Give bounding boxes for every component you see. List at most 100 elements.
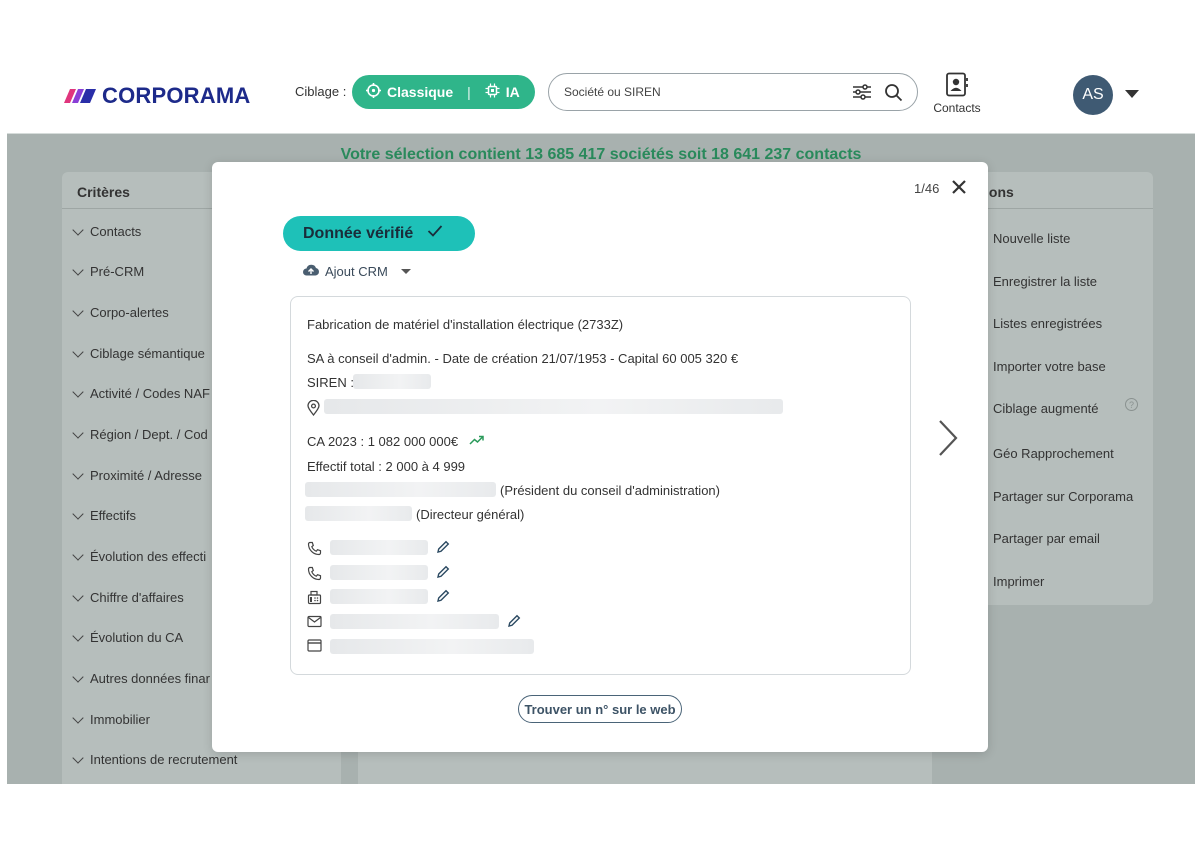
phone-icon (307, 566, 322, 586)
search-input[interactable] (564, 85, 844, 99)
edit-pencil-icon[interactable] (436, 540, 450, 559)
criteria-item[interactable]: Évolution des effecti (72, 548, 207, 564)
criteria-item-label: Chiffre d'affaires (90, 590, 184, 605)
website-redacted (330, 639, 534, 654)
criteria-item-label: Intentions de recrutement (90, 752, 238, 767)
criteria-item-label: Ciblage sémantique (90, 346, 205, 361)
verified-label: Donnée vérifié (303, 224, 414, 242)
criteria-item[interactable]: Immobilier (72, 711, 150, 727)
next-arrow-icon[interactable] (936, 418, 960, 463)
action-item[interactable]: Listes enregistrées (993, 316, 1102, 331)
mode-separator: | (467, 84, 471, 100)
action-item[interactable]: Ciblage augmenté (993, 401, 1099, 416)
criteria-item[interactable]: Proximité / Adresse (72, 467, 202, 483)
criteria-item[interactable]: Activité / Codes NAF (72, 385, 210, 401)
fax-redacted (330, 589, 428, 604)
edit-pencil-icon[interactable] (436, 565, 450, 584)
chevron-down-icon (72, 345, 84, 358)
crm-label: Ajout CRM (325, 264, 388, 279)
director-name-redacted (305, 506, 412, 521)
criteria-item[interactable]: Corpo-alertes (72, 304, 169, 320)
criteria-item[interactable]: Contacts (72, 223, 142, 239)
search-bar (548, 73, 918, 111)
chevron-down-icon (72, 507, 84, 520)
chevron-down-icon (72, 751, 84, 764)
chevron-down-icon (72, 467, 84, 480)
chevron-down-icon (72, 589, 84, 602)
criteria-item[interactable]: Pré-CRM (72, 263, 145, 279)
action-item[interactable]: Géo Rapprochement (993, 446, 1114, 461)
criteria-item-label: Évolution du CA (90, 630, 184, 645)
criteria-item-label: Activité / Codes NAF (90, 386, 210, 401)
phone-redacted (330, 565, 428, 580)
chevron-down-icon (72, 263, 84, 276)
contacts-label: Contacts (933, 101, 981, 115)
criteria-item-label: Région / Dept. / Cod (90, 427, 208, 442)
location-pin-icon (307, 399, 320, 421)
company-detail-modal: 1/46 Donnée vérifié Ajout CRM Fabricatio… (212, 162, 988, 752)
edit-pencil-icon[interactable] (436, 589, 450, 608)
filter-sliders-icon[interactable] (852, 83, 872, 107)
criteria-item-label: Immobilier (90, 712, 150, 727)
action-item[interactable]: Imprimer (993, 574, 1044, 589)
phone-redacted (330, 540, 428, 555)
fax-icon (307, 590, 322, 610)
ciblage-label: Ciblage : (295, 84, 347, 99)
address-redacted (324, 399, 783, 414)
checkmark-icon (427, 224, 443, 243)
chevron-down-icon (72, 548, 84, 561)
pager-counter: 1/46 (914, 181, 940, 196)
mode-ia-label: IA (505, 84, 520, 100)
mode-classique-button[interactable]: Classique (352, 75, 467, 109)
actions-title: ions (985, 184, 1014, 200)
chevron-down-icon (72, 385, 84, 398)
logo[interactable]: CORPORAMA (64, 83, 250, 109)
corporama-logo-icon (64, 85, 96, 107)
mode-classique-label: Classique (387, 84, 454, 100)
help-icon[interactable]: ? (1125, 398, 1138, 411)
criteria-item-label: Évolution des effecti (90, 549, 207, 564)
chevron-down-icon (72, 304, 84, 317)
criteria-item[interactable]: Ciblage sémantique (72, 345, 205, 361)
criteria-item[interactable]: Autres données finar (72, 670, 210, 686)
search-icon[interactable] (884, 83, 903, 107)
criteria-item[interactable]: Effectifs (72, 507, 136, 523)
logo-text: CORPORAMA (102, 83, 251, 108)
action-item[interactable]: Partager par email (993, 531, 1100, 546)
user-avatar[interactable]: AS (1073, 75, 1113, 115)
criteria-title: Critères (77, 184, 130, 200)
close-icon[interactable] (950, 178, 968, 196)
action-item[interactable]: Importer votre base (993, 359, 1106, 374)
criteria-item-label: Pré-CRM (90, 264, 145, 279)
criteria-item[interactable]: Chiffre d'affaires (72, 589, 184, 605)
criteria-item-label: Autres données finar (90, 671, 210, 686)
verified-data-badge[interactable]: Donnée vérifié (283, 216, 475, 251)
action-item[interactable]: Partager sur Corporama (993, 489, 1133, 504)
action-item[interactable]: Enregistrer la liste (993, 274, 1097, 289)
caret-down-icon (400, 269, 411, 274)
chevron-down-icon (72, 426, 84, 439)
phone-icon (307, 541, 322, 561)
criteria-item[interactable]: Région / Dept. / Cod (72, 426, 208, 442)
criteria-item-label: Proximité / Adresse (90, 468, 202, 483)
chevron-down-icon (72, 223, 84, 236)
legal-info: SA à conseil d'admin. - Date de création… (307, 351, 739, 366)
criteria-item[interactable]: Intentions de recrutement (72, 751, 238, 767)
edit-pencil-icon[interactable] (507, 614, 521, 633)
criteria-item[interactable]: Évolution du CA (72, 629, 184, 645)
contact-book-icon (944, 72, 970, 101)
account-dropdown-icon[interactable] (1125, 90, 1139, 98)
find-number-web-button[interactable]: Trouver un n° sur le web (518, 695, 682, 723)
app-window: CORPORAMA Ciblage : Classique | IA Socié… (7, 64, 1195, 784)
chevron-down-icon (72, 711, 84, 724)
cloud-upload-icon (302, 263, 320, 280)
criteria-item-label: Contacts (90, 224, 142, 239)
criteria-item-label: Corpo-alertes (90, 305, 169, 320)
action-item[interactable]: Nouvelle liste (993, 231, 1070, 246)
mode-ia-button[interactable]: IA (471, 75, 534, 109)
email-redacted (330, 614, 499, 629)
contacts-button[interactable]: Contacts (927, 72, 987, 115)
headcount: Effectif total : 2 000 à 4 999 (307, 459, 466, 474)
crm-add-dropdown[interactable]: Ajout CRM (302, 263, 411, 280)
president-role: (Président du conseil d'administration) (500, 483, 720, 498)
